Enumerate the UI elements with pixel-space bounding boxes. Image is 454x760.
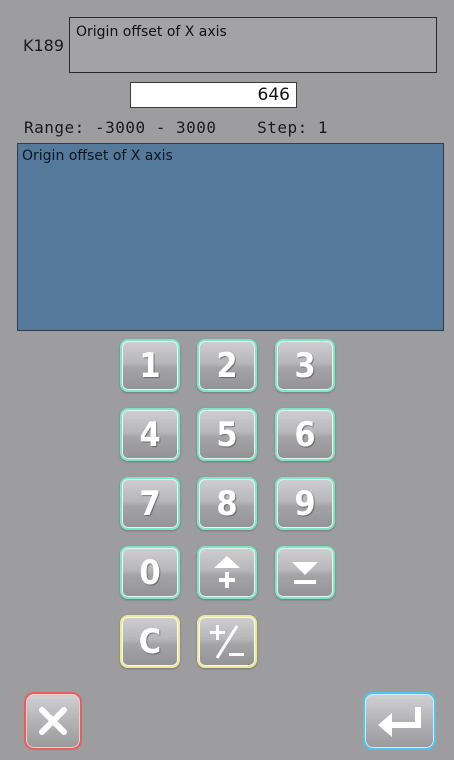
- range-min: -3000: [94, 118, 146, 137]
- key-3[interactable]: 3: [275, 339, 335, 392]
- sign-toggle-button[interactable]: [197, 615, 257, 668]
- range-label: Range:: [24, 118, 85, 137]
- increment-button[interactable]: [197, 546, 257, 599]
- close-icon: [39, 707, 67, 735]
- description-panel: Origin offset of X axis: [17, 143, 444, 331]
- range-separator: -: [155, 118, 166, 137]
- plus-arrow-up-icon: [214, 555, 240, 588]
- enter-return-icon: [377, 707, 421, 737]
- range-info: Range: -3000 - 3000 Step: 1: [24, 118, 328, 137]
- minus-arrow-down-icon: [292, 561, 318, 584]
- range-max: 3000: [176, 118, 217, 137]
- description-text: Origin offset of X axis: [22, 148, 173, 164]
- key-7[interactable]: 7: [120, 477, 180, 530]
- key-6[interactable]: 6: [275, 408, 335, 461]
- key-1[interactable]: 1: [120, 339, 180, 392]
- key-8[interactable]: 8: [197, 477, 257, 530]
- plus-minus-icon: [210, 624, 244, 659]
- step-value: 1: [317, 118, 329, 137]
- key-4[interactable]: 4: [120, 408, 180, 461]
- parameter-title: Origin offset of X axis: [76, 24, 227, 40]
- parameter-code: K189: [23, 36, 65, 55]
- decrement-button[interactable]: [275, 546, 335, 599]
- step-label: Step:: [257, 118, 308, 137]
- key-9[interactable]: 9: [275, 477, 335, 530]
- key-2[interactable]: 2: [197, 339, 257, 392]
- cancel-button[interactable]: [24, 692, 82, 750]
- key-5[interactable]: 5: [197, 408, 257, 461]
- value-input[interactable]: 646: [130, 82, 297, 108]
- enter-button[interactable]: [363, 692, 436, 750]
- key-0[interactable]: 0: [120, 546, 180, 599]
- parameter-title-box: Origin offset of X axis: [69, 17, 437, 73]
- clear-button[interactable]: C: [120, 615, 180, 668]
